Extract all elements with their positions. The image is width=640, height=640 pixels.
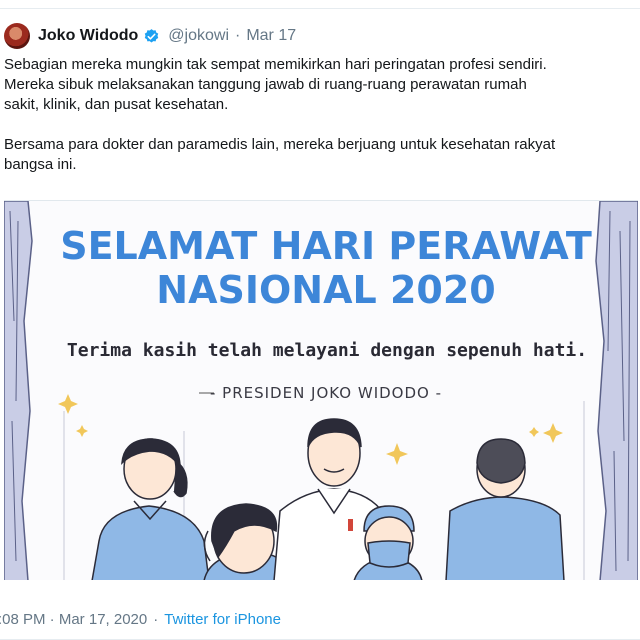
tweet-source-link[interactable]: Twitter for iPhone [164,611,281,628]
header-separator: · [235,27,241,44]
poster-title-line-1: SELAMAT HARI PERAWAT [60,224,592,268]
tweet-header: Joko Widodo @jokowi · Mar 17 [4,22,296,50]
tweet-text-line: bangsa ini. [4,156,77,173]
poster-tagline: Terima kasih telah melayani dengan sepen… [67,340,587,361]
poster-title-line-2: NASIONAL 2020 [156,268,495,312]
tweet-text-line: Mereka sibuk melaksanakan tanggung jawab… [4,76,527,93]
author-name[interactable]: Joko Widodo [38,27,138,45]
top-divider [0,8,640,9]
nurses-day-poster: SELAMAT HARI PERAWAT NASIONAL 2020 Terim… [4,201,638,580]
tweet-text-line: Sebagian mereka mungkin tak sempat memik… [4,56,547,73]
author-handle[interactable]: @jokowi [168,27,229,45]
tweet-timestamp[interactable]: :08 PM · Mar 17, 2020 [0,611,147,628]
footer-separator: · [153,611,159,628]
tweet-text-line: sakit, klinik, dan pusat kesehatan. [4,96,229,113]
tweet-date-link[interactable]: Mar 17 [246,27,296,45]
tweet-text: Sebagian mereka mungkin tak sempat memik… [4,55,640,175]
avatar[interactable] [4,23,30,49]
verified-badge-icon [145,28,159,43]
poster-signature: - PRESIDEN JOKO WIDODO - [210,384,442,402]
tweet-footer: :08 PM · Mar 17, 2020 · Twitter for iPho… [0,611,281,628]
tweet-text-line: Bersama para dokter dan paramedis lain, … [4,136,556,153]
tweet-media-image[interactable]: SELAMAT HARI PERAWAT NASIONAL 2020 Terim… [4,200,638,580]
